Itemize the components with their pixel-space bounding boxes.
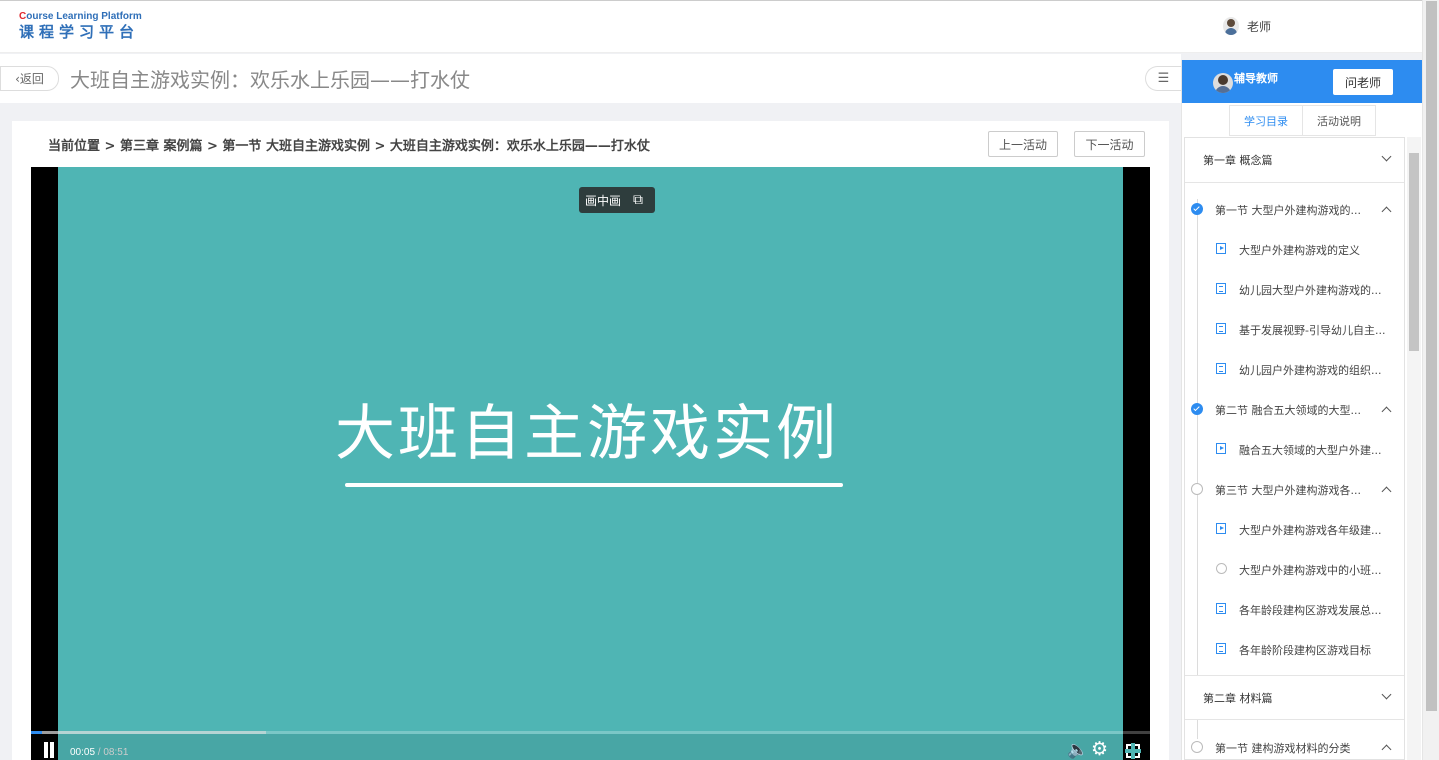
page-scroll-thumb[interactable] <box>1426 1 1437 711</box>
sidebar-tabs: 学习目录 活动说明 <box>1229 105 1376 136</box>
next-activity-button[interactable]: 下一活动 <box>1074 131 1145 157</box>
logo[interactable]: Course Learning Platform 课程学习平台 <box>19 11 142 41</box>
lesson-title: 大型户外建构游戏中的小班... <box>1239 564 1382 577</box>
section-3[interactable]: 第三节 大型户外建构游戏各... <box>1185 479 1404 499</box>
title-bar: ‹ 返回 大班自主游戏实例：欢乐水上乐园——打水仗 ☰ <box>0 54 1181 103</box>
pause-icon[interactable] <box>43 742 55 758</box>
chevron-down-icon <box>1381 151 1392 162</box>
pip-icon: ⧉ <box>633 192 644 208</box>
lesson-title: 各年龄阶段建构区游戏目标 <box>1239 644 1371 657</box>
page-scrollbar[interactable] <box>1422 0 1439 760</box>
menu-indent-icon: ☰ <box>1157 71 1170 86</box>
document-icon <box>1216 603 1226 614</box>
section-title: 第三节 大型户外建构游戏各... <box>1215 484 1361 497</box>
lesson-item[interactable]: 基于发展视野-引导幼儿自主... <box>1185 319 1404 339</box>
logo-chinese: 课程学习平台 <box>19 23 140 41</box>
video-file-icon <box>1216 443 1226 454</box>
video-file-icon <box>1216 243 1226 254</box>
document-icon <box>1216 323 1226 334</box>
video-stage[interactable]: 画中画 ⧉ 大班自主游戏实例 <box>58 167 1123 760</box>
document-icon <box>1216 363 1226 374</box>
time-display: 00:05 / 08:51 <box>70 747 128 758</box>
lesson-title: 大型户外建构游戏的定义 <box>1239 244 1360 257</box>
lesson-item[interactable]: 融合五大领域的大型户外建... <box>1185 439 1404 459</box>
pip-label: 画中画 <box>585 193 622 208</box>
section-1[interactable]: 第一节 大型户外建构游戏的... <box>1185 199 1404 219</box>
back-button-label: 返回 <box>19 72 44 86</box>
gear-icon[interactable]: ⚙ <box>1091 738 1108 760</box>
tutor-label: 辅导教师 <box>1234 72 1278 85</box>
lesson-item[interactable]: 大型户外建构游戏的定义 <box>1185 239 1404 259</box>
chapter-2-section-1[interactable]: 第一节 建构游戏材料的分类 <box>1185 737 1404 757</box>
catalog-scrollbar[interactable] <box>1407 137 1421 760</box>
logo-english-rest: ourse Learning Platform <box>26 11 142 22</box>
chapter-title: 第二章 材料篇 <box>1203 691 1273 705</box>
section-title: 第一节 建构游戏材料的分类 <box>1215 742 1351 755</box>
catalog-scroll-thumb[interactable] <box>1409 153 1419 351</box>
lesson-title: 幼儿园大型户外建构游戏的... <box>1239 284 1382 297</box>
chevron-up-icon <box>1381 206 1392 217</box>
user-name: 老师 <box>1247 19 1272 34</box>
section-title: 第二节 融合五大领域的大型... <box>1215 404 1361 417</box>
video-frame-title: 大班自主游戏实例 <box>335 399 839 469</box>
chevron-up-icon <box>1381 406 1392 417</box>
picture-in-picture-button[interactable]: 画中画 ⧉ <box>579 187 655 213</box>
lesson-item[interactable]: 大型户外建构游戏各年级建... <box>1185 519 1404 539</box>
lesson-item[interactable]: 各年龄段建构区游戏发展总... <box>1185 599 1404 619</box>
document-icon <box>1216 643 1226 654</box>
lesson-item[interactable]: 各年龄阶段建构区游戏目标 <box>1185 639 1404 659</box>
chapter-1[interactable]: 第一章 概念篇 <box>1185 138 1404 183</box>
back-button[interactable]: ‹ 返回 <box>0 66 59 91</box>
lesson-item[interactable]: 大型户外建构游戏中的小班... <box>1185 559 1404 579</box>
check-circle-icon <box>1191 203 1203 215</box>
lesson-title: 融合五大领域的大型户外建... <box>1239 444 1382 457</box>
sidebar: 辅导教师 问老师 学习目录 活动说明 第一章 概念篇 第一节 大型户外建构游戏的… <box>1181 60 1423 760</box>
sidebar-header: 辅导教师 问老师 <box>1182 60 1423 103</box>
main-content: 当前位置 > 第三章 案例篇 > 第一节 大班自主游戏实例 > 大班自主游戏实例… <box>12 121 1169 760</box>
document-icon <box>1216 283 1226 294</box>
lesson-item[interactable]: 幼儿园户外建构游戏的组织... <box>1185 359 1404 379</box>
chevron-up-icon <box>1381 486 1392 497</box>
user-avatar-icon <box>1223 17 1239 35</box>
empty-circle-icon <box>1191 483 1203 495</box>
chevron-up-icon <box>1381 744 1392 755</box>
empty-circle-icon <box>1191 741 1203 753</box>
section-title: 第一节 大型户外建构游戏的... <box>1215 204 1361 217</box>
logo-english: Course Learning Platform <box>19 11 142 23</box>
section-2[interactable]: 第二节 融合五大领域的大型... <box>1185 399 1404 419</box>
lesson-title: 大型户外建构游戏各年级建... <box>1239 524 1382 537</box>
breadcrumb: 当前位置 > 第三章 案例篇 > 第一节 大班自主游戏实例 > 大班自主游戏实例… <box>48 139 650 154</box>
pending-circle-icon <box>1216 563 1227 574</box>
chapter-2[interactable]: 第二章 材料篇 <box>1185 675 1404 720</box>
lesson-title: 基于发展视野-引导幼儿自主... <box>1239 324 1386 337</box>
current-time: 00:05 <box>70 747 96 758</box>
lesson-item[interactable]: 幼儿园大型户外建构游戏的... <box>1185 279 1404 299</box>
user-menu[interactable]: 老师 <box>1223 17 1271 35</box>
lesson-title: 各年龄段建构区游戏发展总... <box>1239 604 1382 617</box>
duration: 08:51 <box>103 747 129 758</box>
video-frame-underline <box>345 483 843 487</box>
player-controls: 00:05 / 08:51 🔈 ⚙ <box>31 734 1150 760</box>
chevron-down-icon <box>1381 689 1392 700</box>
video-file-icon <box>1216 523 1226 534</box>
tutor-avatar-icon <box>1213 73 1233 93</box>
ask-teacher-button[interactable]: 问老师 <box>1333 69 1393 95</box>
lesson-title: 幼儿园户外建构游戏的组织... <box>1239 364 1382 377</box>
chapter-title: 第一章 概念篇 <box>1203 154 1273 167</box>
tab-activity-info[interactable]: 活动说明 <box>1303 106 1375 135</box>
fullscreen-icon[interactable] <box>1125 743 1141 759</box>
check-circle-icon <box>1191 403 1203 415</box>
top-bar: Course Learning Platform 课程学习平台 老师 <box>0 0 1422 53</box>
catalog-tree: 第一章 概念篇 第一节 大型户外建构游戏的... 大型户外建构游戏的定义 幼儿园… <box>1184 137 1405 760</box>
volume-icon[interactable]: 🔈 <box>1067 740 1088 760</box>
page-title: 大班自主游戏实例：欢乐水上乐园——打水仗 <box>70 68 470 92</box>
tab-catalog[interactable]: 学习目录 <box>1230 106 1303 135</box>
catalog-toggle-button[interactable]: ☰ <box>1145 66 1181 91</box>
video-player[interactable]: 画中画 ⧉ 大班自主游戏实例 00:05 / 08:51 🔈 ⚙ <box>31 167 1150 760</box>
prev-activity-button[interactable]: 上一活动 <box>988 131 1058 157</box>
